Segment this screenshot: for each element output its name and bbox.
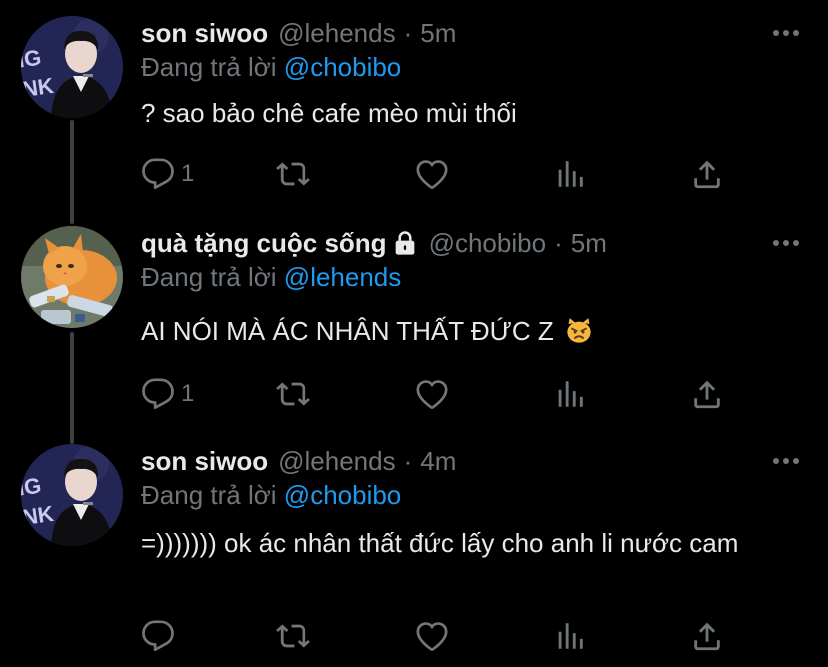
views-button[interactable] <box>553 154 587 194</box>
tweet-header: son siwoo @lehends · 4m <box>141 444 456 478</box>
tweet-text: =))))))) ok ác nhân thất đức lấy cho anh… <box>141 528 739 558</box>
display-name[interactable]: son siwoo <box>141 18 268 49</box>
tweet[interactable]: son siwoo @lehends · 4m Đang trả lời @ch… <box>0 444 828 667</box>
tweet-text: AI NÓI MÀ ÁC NHÂN THẤT ĐỨC Z <box>141 316 554 346</box>
mention-link[interactable]: @lehends <box>284 262 401 292</box>
action-bar: 1 <box>141 154 741 194</box>
views-icon <box>553 619 587 653</box>
like-button[interactable] <box>415 374 449 414</box>
reply-button[interactable] <box>141 616 181 656</box>
replying-to: Đang trả lời @chobibo <box>141 52 401 83</box>
like-icon <box>415 619 449 653</box>
retweet-icon <box>276 377 310 411</box>
share-icon <box>690 157 724 191</box>
tweet[interactable]: quà tặng cuộc sống @chobibo · 5m Đang tr… <box>0 226 828 436</box>
reply-icon <box>141 157 175 191</box>
user-handle[interactable]: @lehends <box>278 18 395 49</box>
mention-link[interactable]: @chobibo <box>284 52 401 82</box>
reply-icon <box>141 619 175 653</box>
share-button[interactable] <box>690 154 724 194</box>
separator: · <box>554 227 563 258</box>
share-icon <box>690 377 724 411</box>
timestamp[interactable]: 5m <box>571 228 607 259</box>
person-avatar-icon <box>21 444 123 546</box>
retweet-icon <box>276 619 310 653</box>
user-handle[interactable]: @chobibo <box>429 228 546 259</box>
more-options-icon[interactable] <box>770 452 802 470</box>
retweet-button[interactable] <box>276 374 310 414</box>
reply-button[interactable]: 1 <box>141 374 194 414</box>
share-button[interactable] <box>690 616 724 656</box>
display-name[interactable]: quà tặng cuộc sống <box>141 228 387 259</box>
user-handle[interactable]: @lehends <box>278 446 395 477</box>
replying-prefix: Đang trả lời <box>141 52 277 82</box>
replying-prefix: Đang trả lời <box>141 480 277 510</box>
reply-count: 1 <box>181 160 195 187</box>
tweet-text-container: AI NÓI MÀ ÁC NHÂN THẤT ĐỨC Z <box>141 314 781 348</box>
lock-icon <box>391 229 419 257</box>
views-icon <box>553 377 587 411</box>
views-icon <box>553 157 587 191</box>
person-avatar-icon <box>21 16 123 118</box>
avatar[interactable] <box>21 16 123 118</box>
views-button[interactable] <box>553 616 587 656</box>
timestamp[interactable]: 4m <box>420 446 456 477</box>
like-icon <box>415 377 449 411</box>
like-button[interactable] <box>415 154 449 194</box>
timestamp[interactable]: 5m <box>420 18 456 49</box>
tweet-header: son siwoo @lehends · 5m <box>141 16 456 50</box>
replying-prefix: Đang trả lời <box>141 262 277 292</box>
retweet-icon <box>276 157 310 191</box>
tweet[interactable]: son siwoo @lehends · 5m Đang trả lời @ch… <box>0 16 828 216</box>
cat-avatar-icon <box>21 226 123 328</box>
tweet-header: quà tặng cuộc sống @chobibo · 5m <box>141 226 607 260</box>
reply-icon <box>141 377 175 411</box>
views-button[interactable] <box>553 374 587 414</box>
pouting-cat-icon <box>565 317 593 345</box>
mention-link[interactable]: @chobibo <box>284 480 401 510</box>
display-name[interactable]: son siwoo <box>141 446 268 477</box>
reply-button[interactable]: 1 <box>141 154 194 194</box>
more-options-icon[interactable] <box>770 234 802 252</box>
like-icon <box>415 157 449 191</box>
share-button[interactable] <box>690 374 724 414</box>
avatar[interactable] <box>21 226 123 328</box>
more-options-icon[interactable] <box>770 24 802 42</box>
action-bar <box>141 616 741 656</box>
separator: · <box>403 445 413 476</box>
share-icon <box>690 619 724 653</box>
separator: · <box>403 17 413 48</box>
tweet-text: ? sao bảo chê cafe mèo mùi thối <box>141 98 517 128</box>
reply-count: 1 <box>181 380 195 407</box>
action-bar: 1 <box>141 374 741 414</box>
replying-to: Đang trả lời @chobibo <box>141 480 401 511</box>
retweet-button[interactable] <box>276 154 310 194</box>
replying-to: Đang trả lời @lehends <box>141 262 401 293</box>
like-button[interactable] <box>415 616 449 656</box>
avatar[interactable] <box>21 444 123 546</box>
retweet-button[interactable] <box>276 616 310 656</box>
